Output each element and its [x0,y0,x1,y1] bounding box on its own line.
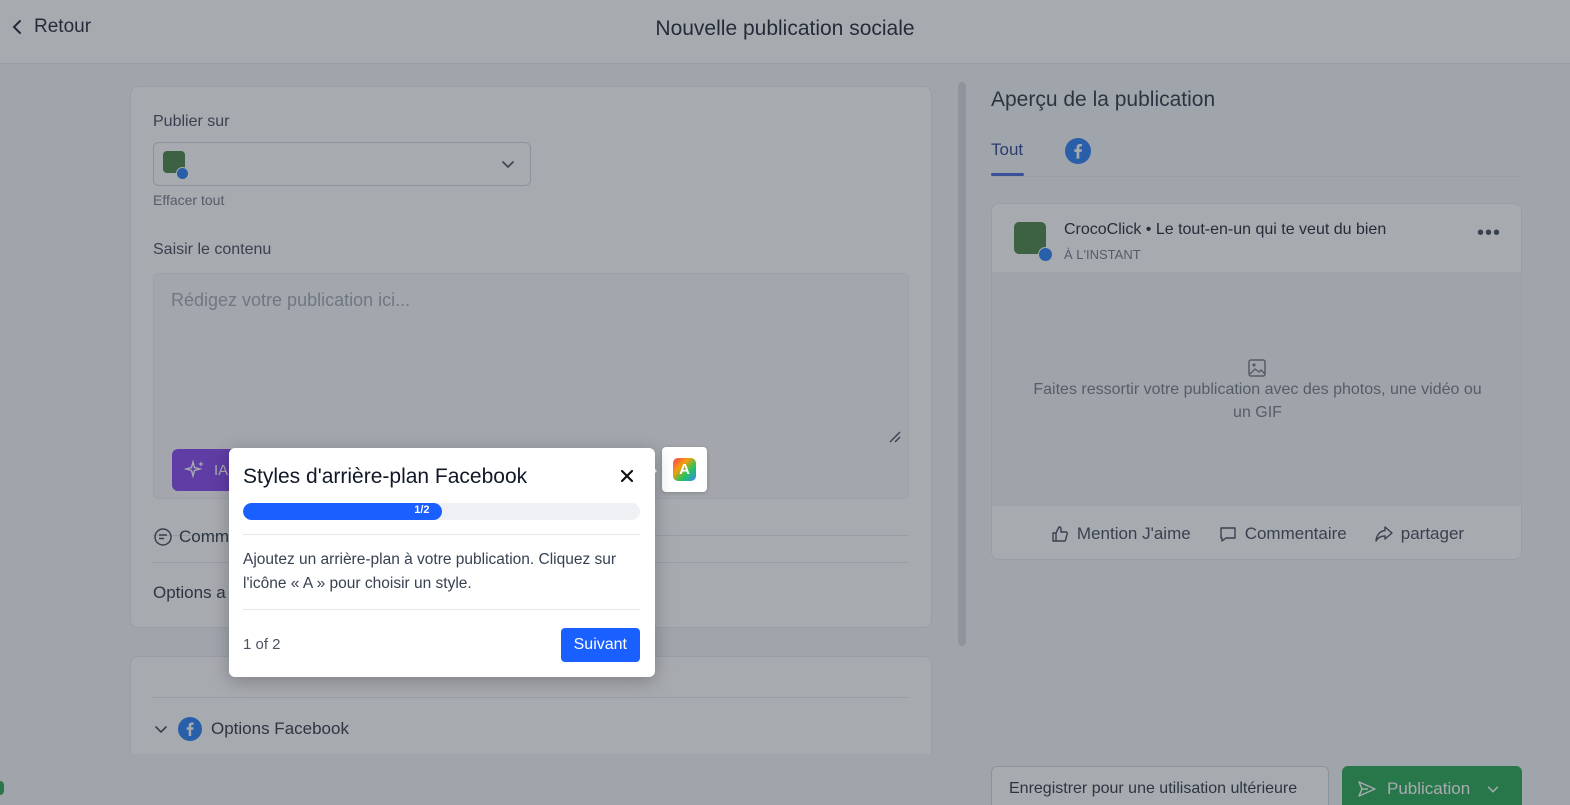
divider [243,609,640,610]
tour-backdrop [0,0,1570,805]
tour-title: Styles d'arrière-plan Facebook [243,465,528,488]
close-icon[interactable] [619,468,635,484]
tour-progress-fill: 1/2 [243,503,442,520]
tour-popover: Styles d'arrière-plan Facebook 1/2 Ajout… [229,448,655,677]
tour-body: Ajoutez un arrière-plan à votre publicat… [243,551,617,592]
background-style-button[interactable]: A [662,447,707,492]
tour-progress-bar: 1/2 [243,503,640,520]
divider [243,534,640,535]
background-style-icon: A [673,458,696,481]
tour-progress-label: 1/2 [414,504,430,516]
tour-step-count: 1 of 2 [243,636,281,653]
next-button[interactable]: Suivant [560,628,640,662]
